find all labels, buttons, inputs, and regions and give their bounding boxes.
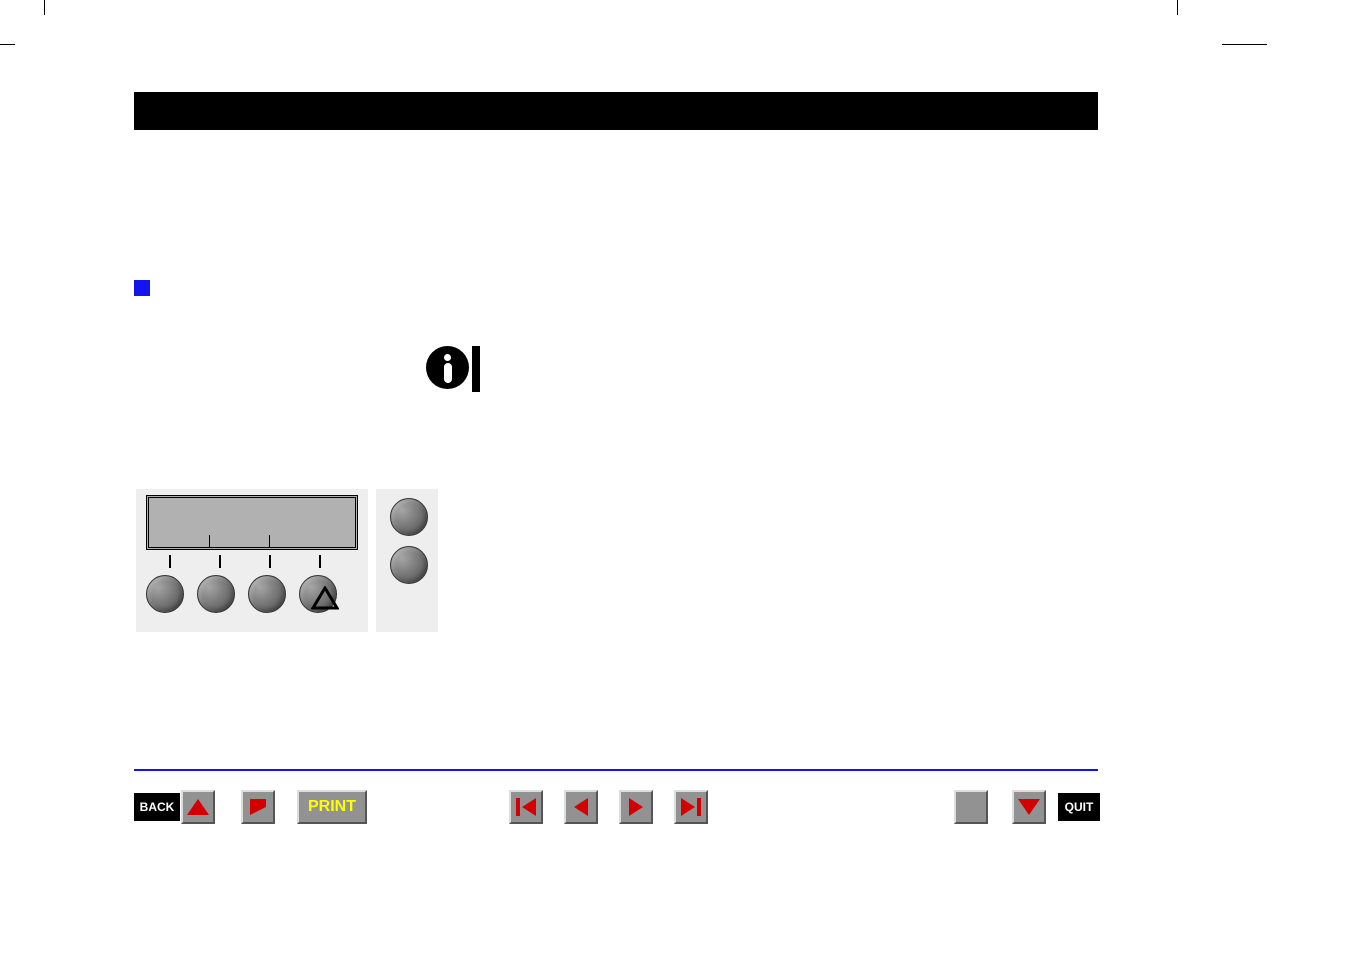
crop-mark bbox=[1177, 0, 1178, 15]
tick-mark bbox=[169, 555, 171, 568]
header-banner bbox=[134, 92, 1098, 130]
back-label: BACK bbox=[134, 793, 180, 821]
crop-mark bbox=[1222, 44, 1267, 45]
bookmark-button[interactable] bbox=[241, 790, 275, 824]
bullet-icon bbox=[134, 280, 150, 296]
info-bar bbox=[472, 346, 480, 392]
blank-button[interactable] bbox=[954, 790, 988, 824]
last-page-button[interactable] bbox=[674, 790, 708, 824]
crop-mark bbox=[0, 44, 15, 45]
print-button[interactable]: PRINT bbox=[297, 790, 367, 824]
device-panel bbox=[136, 489, 368, 632]
footer-divider bbox=[134, 769, 1098, 771]
knob-1[interactable] bbox=[146, 575, 184, 613]
knob-2[interactable] bbox=[197, 575, 235, 613]
tick-mark bbox=[219, 555, 221, 568]
knob-5[interactable] bbox=[390, 498, 428, 536]
device-display bbox=[146, 495, 358, 550]
knob-6[interactable] bbox=[390, 546, 428, 584]
knob-3[interactable] bbox=[248, 575, 286, 613]
tick-mark bbox=[319, 555, 321, 568]
tick-mark bbox=[269, 535, 270, 548]
up-arrow-icon bbox=[311, 586, 339, 610]
device-panel-side bbox=[376, 489, 438, 632]
tick-mark bbox=[209, 535, 210, 548]
next-page-button[interactable] bbox=[619, 790, 653, 824]
info-icon bbox=[426, 346, 469, 389]
first-page-button[interactable] bbox=[509, 790, 543, 824]
crop-mark bbox=[44, 0, 45, 15]
quit-label: QUIT bbox=[1058, 793, 1100, 821]
prev-page-button[interactable] bbox=[564, 790, 598, 824]
page-down-button[interactable] bbox=[1012, 790, 1046, 824]
tick-mark bbox=[269, 555, 271, 568]
page-up-button[interactable] bbox=[181, 790, 215, 824]
